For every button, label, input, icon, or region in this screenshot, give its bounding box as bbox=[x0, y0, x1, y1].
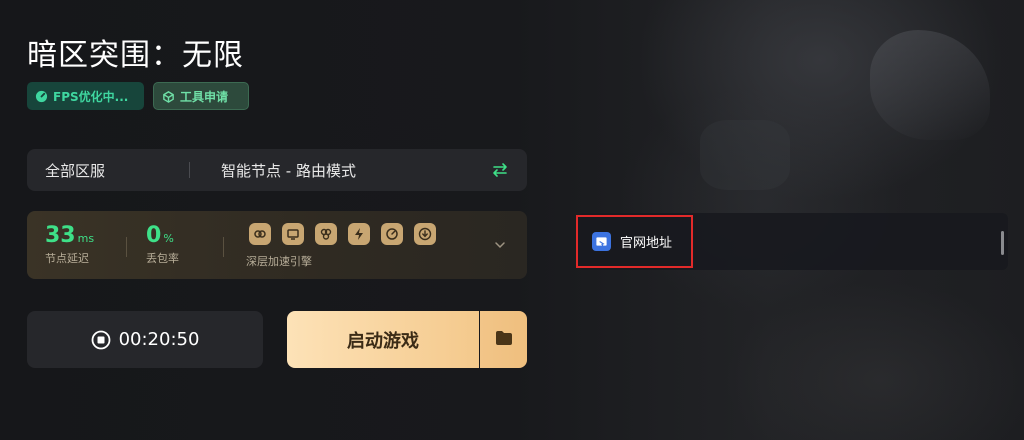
link-icon[interactable] bbox=[249, 223, 271, 245]
stop-icon bbox=[91, 330, 111, 350]
chevron-down-icon[interactable] bbox=[493, 237, 507, 251]
toolbox-icon bbox=[162, 90, 175, 103]
multi-link-icon[interactable] bbox=[315, 223, 337, 245]
download-icon[interactable] bbox=[414, 223, 436, 245]
stat-divider bbox=[223, 237, 224, 257]
latency-value: 33 bbox=[45, 223, 76, 248]
elapsed-timer: 00:20:50 bbox=[118, 329, 200, 350]
speed-gauge-icon[interactable] bbox=[381, 223, 403, 245]
monitor-icon[interactable] bbox=[282, 223, 304, 245]
region-divider bbox=[189, 162, 190, 178]
game-folder-button[interactable] bbox=[480, 311, 527, 368]
region-label[interactable]: 全部区服 bbox=[45, 160, 105, 181]
game-title: 暗区突围：无限 bbox=[27, 38, 244, 73]
lightning-icon[interactable] bbox=[348, 223, 370, 245]
launch-game-button[interactable]: 启动游戏 bbox=[287, 311, 479, 368]
background-figure-detail bbox=[700, 120, 790, 190]
tool-apply-tag[interactable]: 工具申请 bbox=[153, 82, 249, 110]
latency-stat: 33 ms 节点延迟 bbox=[45, 223, 94, 266]
engine-label: 深层加速引擎 bbox=[246, 255, 312, 268]
packet-loss-value: 0 bbox=[146, 223, 162, 248]
stat-divider bbox=[126, 237, 127, 257]
fps-optimizing-tag[interactable]: FPS优化中... bbox=[27, 82, 144, 110]
switch-arrows-icon[interactable] bbox=[491, 161, 509, 179]
packet-loss-stat: 0% 丢包率 bbox=[146, 223, 179, 266]
highlight-box bbox=[576, 215, 693, 268]
folder-icon bbox=[495, 330, 513, 350]
latency-unit: ms bbox=[77, 232, 95, 245]
packet-loss-label: 丢包率 bbox=[146, 252, 179, 265]
tool-tag-label: 工具申请 bbox=[180, 89, 229, 104]
engine-feature-icons bbox=[249, 223, 436, 245]
node-mode-label[interactable]: 智能节点 - 路由模式 bbox=[221, 160, 356, 181]
acceleration-stats-panel: 33 ms 节点延迟 0% 丢包率 深层加速引擎 bbox=[27, 211, 527, 279]
fps-gauge-icon bbox=[35, 90, 48, 103]
stop-acceleration-button[interactable]: 00:20:50 bbox=[27, 311, 263, 368]
packet-loss-unit: % bbox=[163, 232, 174, 245]
latency-label: 节点延迟 bbox=[45, 252, 89, 265]
links-scrollbar[interactable] bbox=[1001, 231, 1004, 255]
region-node-selector[interactable]: 全部区服 智能节点 - 路由模式 bbox=[27, 149, 527, 191]
fps-tag-label: FPS优化中... bbox=[53, 89, 129, 104]
